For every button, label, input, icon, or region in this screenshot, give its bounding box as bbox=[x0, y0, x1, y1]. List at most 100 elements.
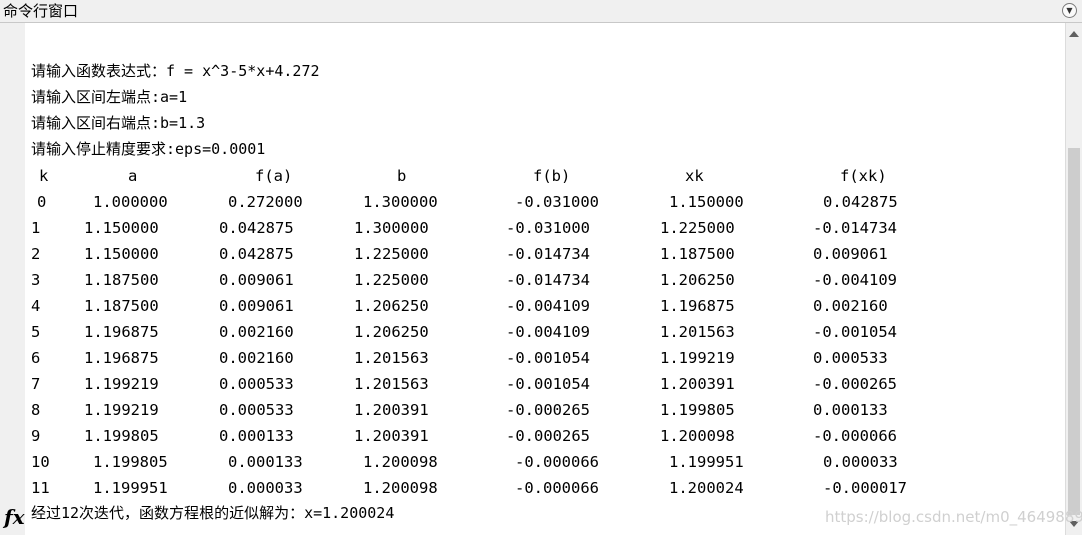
table-cell: 0.000533 bbox=[219, 375, 294, 393]
column-header: xk bbox=[685, 167, 704, 185]
table-cell: -0.031000 bbox=[506, 219, 590, 237]
table-cell: -0.001054 bbox=[813, 323, 897, 341]
scroll-up-arrow-icon[interactable] bbox=[1069, 31, 1079, 37]
table-row: 8 1.199219 0.000533 1.200391 -0.000265 1.1998… bbox=[25, 399, 1060, 421]
window-menu-button[interactable]: ▼ bbox=[1062, 3, 1077, 18]
table-cell: 4 bbox=[31, 297, 41, 315]
column-header: f(a) bbox=[255, 167, 293, 185]
table-cell: 1.200391 bbox=[354, 401, 429, 419]
table-cell: 0.002160 bbox=[813, 297, 888, 315]
table-cell: -0.004109 bbox=[506, 297, 590, 315]
table-cell: 1.201563 bbox=[354, 375, 429, 393]
table-cell: -0.000265 bbox=[813, 375, 897, 393]
table-cell: 0.000133 bbox=[228, 453, 303, 471]
table-cell: 0.009061 bbox=[219, 297, 294, 315]
table-row: 3 1.187500 0.009061 1.225000 -0.014734 1.2062… bbox=[25, 269, 1060, 291]
column-header: a bbox=[128, 167, 138, 185]
output-line: 请输入区间左端点:a=1 bbox=[31, 88, 188, 106]
table-cell: 0.009061 bbox=[813, 245, 888, 263]
column-header: b bbox=[397, 167, 407, 185]
watermark: https://blog.csdn.net/m0_46498893 bbox=[825, 508, 1082, 526]
table-cell: -0.000265 bbox=[506, 427, 590, 445]
table-header: k a f(a) b f(b) xk f(xk) bbox=[25, 165, 1060, 187]
scrollbar-thumb[interactable] bbox=[1068, 148, 1080, 515]
table-cell: -0.014734 bbox=[506, 271, 590, 289]
table-cell: 0.002160 bbox=[219, 349, 294, 367]
table-cell: 0.000133 bbox=[219, 427, 294, 445]
table-cell: -0.014734 bbox=[506, 245, 590, 263]
table-cell: -0.031000 bbox=[515, 193, 599, 211]
column-header: f(b) bbox=[533, 167, 571, 185]
table-cell: 1.150000 bbox=[84, 219, 159, 237]
table-cell: 1.200024 bbox=[669, 479, 744, 497]
table-cell: 9 bbox=[31, 427, 41, 445]
table-cell: 1.187500 bbox=[660, 245, 735, 263]
table-cell: 1.225000 bbox=[354, 245, 429, 263]
table-row: 7 1.199219 0.000533 1.201563 -0.001054 1.2003… bbox=[25, 373, 1060, 395]
table-cell: 1.206250 bbox=[660, 271, 735, 289]
table-cell: 1.200391 bbox=[660, 375, 735, 393]
table-cell: 1.199805 bbox=[84, 427, 159, 445]
table-cell: 1.199219 bbox=[84, 401, 159, 419]
table-cell: 5 bbox=[31, 323, 41, 341]
output-line: 请输入停止精度要求:eps=0.0001 bbox=[31, 140, 266, 158]
table-cell: 1.300000 bbox=[363, 193, 438, 211]
table-row: 11 1.199951 0.000033 1.200098 -0.000066 1.200… bbox=[25, 477, 1060, 499]
table-cell: 7 bbox=[31, 375, 41, 393]
table-cell: -0.004109 bbox=[813, 271, 897, 289]
table-cell: 1.225000 bbox=[354, 271, 429, 289]
column-header: f(xk) bbox=[840, 167, 887, 185]
table-cell: -0.000265 bbox=[506, 401, 590, 419]
table-cell: 0.000133 bbox=[813, 401, 888, 419]
table-cell: 1.196875 bbox=[84, 323, 159, 341]
table-cell: 0.042875 bbox=[219, 245, 294, 263]
table-row: 6 1.196875 0.002160 1.201563 -0.001054 1.1992… bbox=[25, 347, 1060, 369]
table-cell: -0.000066 bbox=[515, 479, 599, 497]
table-cell: 0.000033 bbox=[228, 479, 303, 497]
table-cell: 1.199219 bbox=[660, 349, 735, 367]
window-title: 命令行窗口 bbox=[3, 2, 79, 20]
table-cell: -0.000066 bbox=[515, 453, 599, 471]
table-cell: 6 bbox=[31, 349, 41, 367]
table-cell: 0 bbox=[37, 193, 47, 211]
table-cell: 0.000033 bbox=[823, 453, 898, 471]
table-cell: 1.201563 bbox=[354, 349, 429, 367]
table-cell: 1.199805 bbox=[660, 401, 735, 419]
table-cell: 3 bbox=[31, 271, 41, 289]
table-cell: 0.009061 bbox=[219, 271, 294, 289]
table-cell: -0.004109 bbox=[506, 323, 590, 341]
column-header: k bbox=[39, 167, 49, 185]
table-cell: 1.196875 bbox=[84, 349, 159, 367]
table-cell: 1.199951 bbox=[669, 453, 744, 471]
table-cell: 1.225000 bbox=[660, 219, 735, 237]
table-cell: 1.200098 bbox=[363, 453, 438, 471]
table-cell: 1.300000 bbox=[354, 219, 429, 237]
table-cell: -0.001054 bbox=[506, 349, 590, 367]
table-cell: -0.014734 bbox=[813, 219, 897, 237]
command-output[interactable]: 请输入函数表达式：f = x^3-5*x+4.272 请输入区间左端点:a=1 … bbox=[25, 23, 1065, 535]
table-row: 10 1.199805 0.000133 1.200098 -0.000066 1.199… bbox=[25, 451, 1060, 473]
table-cell: 1.150000 bbox=[669, 193, 744, 211]
table-row: 0 1.000000 0.272000 1.300000 -0.031000 1.1500… bbox=[25, 191, 1060, 213]
chevron-down-icon: ▼ bbox=[1066, 6, 1073, 15]
table-cell: 1.150000 bbox=[84, 245, 159, 263]
fx-icon[interactable]: fx bbox=[4, 505, 25, 529]
table-cell: 8 bbox=[31, 401, 41, 419]
table-cell: 1.206250 bbox=[354, 323, 429, 341]
table-cell: 1.200391 bbox=[354, 427, 429, 445]
prompt-gutter bbox=[0, 23, 25, 535]
table-cell: 1.200098 bbox=[363, 479, 438, 497]
table-cell: 0.042875 bbox=[219, 219, 294, 237]
table-cell: 1.199805 bbox=[93, 453, 168, 471]
table-cell: 1.187500 bbox=[84, 271, 159, 289]
table-cell: 0.000533 bbox=[219, 401, 294, 419]
table-cell: 1 bbox=[31, 219, 41, 237]
table-cell: 0.002160 bbox=[219, 323, 294, 341]
table-cell: 0.042875 bbox=[823, 193, 898, 211]
table-cell: 1.206250 bbox=[354, 297, 429, 315]
table-cell: -0.000017 bbox=[823, 479, 907, 497]
table-cell: 1.196875 bbox=[660, 297, 735, 315]
table-cell: 1.200098 bbox=[660, 427, 735, 445]
vertical-scrollbar[interactable] bbox=[1065, 23, 1082, 535]
table-cell: 10 bbox=[31, 453, 50, 471]
